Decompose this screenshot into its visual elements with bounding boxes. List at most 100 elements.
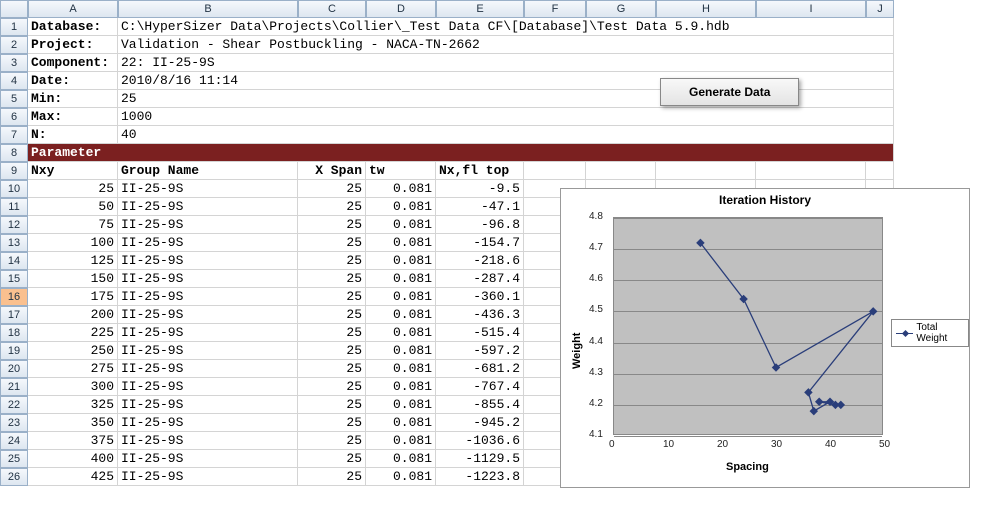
- table-cell[interactable]: II-25-9S: [118, 288, 298, 306]
- table-cell[interactable]: II-25-9S: [118, 396, 298, 414]
- table-cell[interactable]: 25: [298, 324, 366, 342]
- table-cell[interactable]: -96.8: [436, 216, 524, 234]
- row-header-22[interactable]: 22: [0, 396, 28, 414]
- meta-value[interactable]: 22: II-25-9S: [118, 54, 894, 72]
- table-cell[interactable]: II-25-9S: [118, 432, 298, 450]
- table-cell[interactable]: II-25-9S: [118, 180, 298, 198]
- table-cell[interactable]: 25: [298, 360, 366, 378]
- row-header-19[interactable]: 19: [0, 342, 28, 360]
- table-cell[interactable]: -515.4: [436, 324, 524, 342]
- table-cell[interactable]: 25: [298, 198, 366, 216]
- meta-value[interactable]: 1000: [118, 108, 894, 126]
- table-cell[interactable]: 0.081: [366, 306, 436, 324]
- table-cell[interactable]: II-25-9S: [118, 414, 298, 432]
- table-cell[interactable]: 25: [28, 180, 118, 198]
- col-xspan[interactable]: X Span: [298, 162, 366, 180]
- row-header-23[interactable]: 23: [0, 414, 28, 432]
- table-cell[interactable]: II-25-9S: [118, 252, 298, 270]
- table-cell[interactable]: 0.081: [366, 234, 436, 252]
- table-cell[interactable]: 0.081: [366, 216, 436, 234]
- chart-iteration-history[interactable]: Iteration History Weight Spacing Total W…: [560, 188, 970, 488]
- table-cell[interactable]: 25: [298, 252, 366, 270]
- table-cell[interactable]: 0.081: [366, 270, 436, 288]
- table-cell[interactable]: II-25-9S: [118, 450, 298, 468]
- col-header-H[interactable]: H: [656, 0, 756, 18]
- row-header-14[interactable]: 14: [0, 252, 28, 270]
- row-header-8[interactable]: 8: [0, 144, 28, 162]
- table-cell[interactable]: 25: [298, 216, 366, 234]
- table-cell[interactable]: 300: [28, 378, 118, 396]
- table-cell[interactable]: II-25-9S: [118, 342, 298, 360]
- table-cell[interactable]: 25: [298, 378, 366, 396]
- table-cell[interactable]: -945.2: [436, 414, 524, 432]
- table-cell[interactable]: -767.4: [436, 378, 524, 396]
- table-cell[interactable]: II-25-9S: [118, 198, 298, 216]
- row-header-12[interactable]: 12: [0, 216, 28, 234]
- table-cell[interactable]: 25: [298, 450, 366, 468]
- table-cell[interactable]: II-25-9S: [118, 270, 298, 288]
- select-all-corner[interactable]: [0, 0, 28, 18]
- empty-cell[interactable]: [756, 162, 866, 180]
- meta-value[interactable]: C:\HyperSizer Data\Projects\Collier\_Tes…: [118, 18, 894, 36]
- table-cell[interactable]: -436.3: [436, 306, 524, 324]
- row-header-10[interactable]: 10: [0, 180, 28, 198]
- row-header-18[interactable]: 18: [0, 324, 28, 342]
- row-header-17[interactable]: 17: [0, 306, 28, 324]
- table-cell[interactable]: 25: [298, 234, 366, 252]
- row-header-6[interactable]: 6: [0, 108, 28, 126]
- table-cell[interactable]: 25: [298, 342, 366, 360]
- table-cell[interactable]: -47.1: [436, 198, 524, 216]
- table-cell[interactable]: 400: [28, 450, 118, 468]
- row-header-26[interactable]: 26: [0, 468, 28, 486]
- table-cell[interactable]: -1129.5: [436, 450, 524, 468]
- empty-cell[interactable]: [656, 162, 756, 180]
- table-cell[interactable]: -855.4: [436, 396, 524, 414]
- table-cell[interactable]: 25: [298, 432, 366, 450]
- table-cell[interactable]: -9.5: [436, 180, 524, 198]
- table-cell[interactable]: 0.081: [366, 360, 436, 378]
- row-header-3[interactable]: 3: [0, 54, 28, 72]
- col-nxfl[interactable]: Nx,fl top: [436, 162, 524, 180]
- table-cell[interactable]: 0.081: [366, 198, 436, 216]
- table-cell[interactable]: 50: [28, 198, 118, 216]
- table-cell[interactable]: 0.081: [366, 378, 436, 396]
- col-header-G[interactable]: G: [586, 0, 656, 18]
- row-header-1[interactable]: 1: [0, 18, 28, 36]
- table-cell[interactable]: II-25-9S: [118, 468, 298, 486]
- col-header-E[interactable]: E: [436, 0, 524, 18]
- table-cell[interactable]: 0.081: [366, 450, 436, 468]
- table-cell[interactable]: 200: [28, 306, 118, 324]
- row-header-25[interactable]: 25: [0, 450, 28, 468]
- table-cell[interactable]: 0.081: [366, 432, 436, 450]
- table-cell[interactable]: 0.081: [366, 342, 436, 360]
- meta-value[interactable]: Validation - Shear Postbuckling - NACA-T…: [118, 36, 894, 54]
- col-header-A[interactable]: A: [28, 0, 118, 18]
- table-cell[interactable]: II-25-9S: [118, 378, 298, 396]
- row-header-13[interactable]: 13: [0, 234, 28, 252]
- table-cell[interactable]: 0.081: [366, 180, 436, 198]
- table-cell[interactable]: 25: [298, 396, 366, 414]
- col-header-C[interactable]: C: [298, 0, 366, 18]
- col-group[interactable]: Group Name: [118, 162, 298, 180]
- table-cell[interactable]: 425: [28, 468, 118, 486]
- table-cell[interactable]: 25: [298, 270, 366, 288]
- table-cell[interactable]: 25: [298, 306, 366, 324]
- table-cell[interactable]: -597.2: [436, 342, 524, 360]
- table-cell[interactable]: -218.6: [436, 252, 524, 270]
- table-cell[interactable]: 25: [298, 468, 366, 486]
- table-cell[interactable]: II-25-9S: [118, 324, 298, 342]
- empty-cell[interactable]: [866, 162, 894, 180]
- table-cell[interactable]: 175: [28, 288, 118, 306]
- row-header-24[interactable]: 24: [0, 432, 28, 450]
- table-cell[interactable]: 0.081: [366, 468, 436, 486]
- table-cell[interactable]: 0.081: [366, 252, 436, 270]
- table-cell[interactable]: 275: [28, 360, 118, 378]
- col-header-I[interactable]: I: [756, 0, 866, 18]
- table-cell[interactable]: 0.081: [366, 414, 436, 432]
- generate-data-button[interactable]: Generate Data: [660, 78, 799, 106]
- meta-value[interactable]: 40: [118, 126, 894, 144]
- table-cell[interactable]: 0.081: [366, 396, 436, 414]
- table-cell[interactable]: 375: [28, 432, 118, 450]
- row-header-15[interactable]: 15: [0, 270, 28, 288]
- col-header-J[interactable]: J: [866, 0, 894, 18]
